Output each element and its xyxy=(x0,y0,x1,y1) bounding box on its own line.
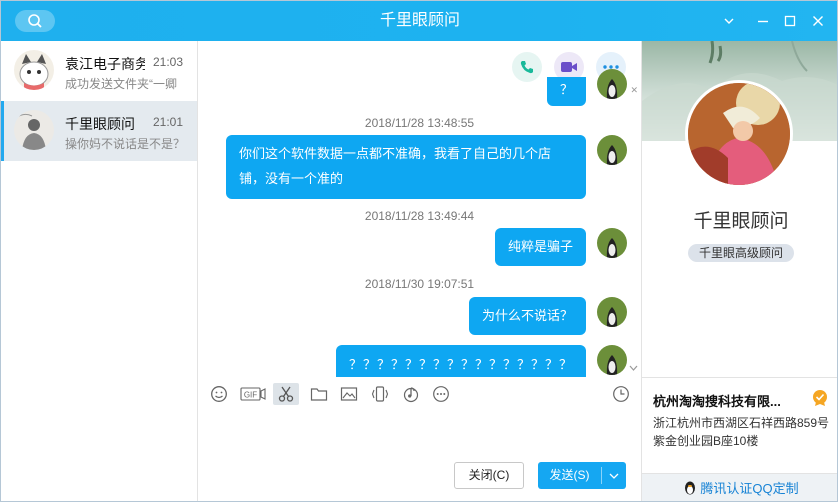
close-chat-button[interactable]: 关闭(C) xyxy=(454,462,524,489)
message-bubble: ？ xyxy=(546,77,586,106)
screenshot-button[interactable] xyxy=(273,383,299,405)
avatar xyxy=(14,110,54,150)
my-avatar xyxy=(597,135,627,165)
profile-title-badge: 千里眼高级顾问 xyxy=(688,244,794,262)
message-input[interactable] xyxy=(199,411,640,461)
input-toolbar: GIF xyxy=(199,377,640,411)
verified-badge-icon xyxy=(811,389,829,410)
conversation-name: 千里眼顾问 xyxy=(65,116,135,132)
chevron-down-icon xyxy=(609,473,619,479)
video-camera-icon xyxy=(561,62,577,72)
message-text: 为什么不说话？ xyxy=(481,308,573,323)
more-circle-icon xyxy=(433,386,449,402)
send-label[interactable]: 发送(S) xyxy=(538,462,601,489)
timestamp: 2018/11/30 19:07:51 xyxy=(364,277,475,291)
message-text: ？？？？？？？？？？？？？？？？ xyxy=(348,357,573,372)
message-text: ？ xyxy=(559,82,573,97)
shake-icon xyxy=(371,386,389,402)
message-text: 铺，没有一个准的 xyxy=(239,171,344,186)
image-button[interactable] xyxy=(337,383,361,405)
qq-customization-label[interactable]: 腾讯认证QQ定制 xyxy=(700,481,798,496)
message-area[interactable]: ？ ✕ 2018/11/28 13:48:55 你们这个软件数据一点都不准确，我… xyxy=(199,41,640,377)
my-avatar xyxy=(597,228,627,258)
gif-icon: GIF xyxy=(240,387,266,401)
company-address: 浙江杭州市西湖区石祥西路859号紫金创业园B座10楼 xyxy=(653,416,830,448)
file-button[interactable] xyxy=(307,383,331,405)
maximize-button[interactable] xyxy=(780,11,800,31)
conversation-time: 21:03 xyxy=(152,55,183,69)
clock-icon xyxy=(613,386,629,402)
folder-icon xyxy=(310,388,328,401)
message-bubble: 纯粹是骗子 xyxy=(494,228,586,266)
title-bar: 千里眼顾问 xyxy=(1,1,837,41)
my-avatar xyxy=(597,69,627,99)
conversation-item[interactable]: 袁江电子商务 21:03 成功发送文件夹“一卿 xyxy=(1,41,197,101)
scroll-down-icon[interactable] xyxy=(629,363,638,373)
scissors-icon xyxy=(278,386,294,402)
conversation-item-active[interactable]: 千里眼顾问 21:01 操你妈不说话是不是？ xyxy=(1,101,197,161)
conversation-preview: 操你妈不说话是不是？ xyxy=(65,137,183,151)
chat-window: 千里眼顾问 袁江电子商务 21:03 成功发送文件夹“一卿 千里眼顾问 21:0… xyxy=(0,0,838,502)
message-bubble: ？？？？？？？？？？？？？？？？ xyxy=(335,345,586,377)
my-avatar xyxy=(597,345,627,375)
image-icon xyxy=(340,387,358,401)
music-icon xyxy=(403,387,419,403)
chevron-down-icon xyxy=(724,18,734,24)
timestamp: 2018/11/28 13:48:55 xyxy=(364,116,475,130)
window-title: 千里眼顾问 xyxy=(379,12,460,29)
scroll-up-icon[interactable]: ✕ xyxy=(630,85,638,96)
my-avatar xyxy=(597,297,627,327)
send-options-button[interactable] xyxy=(602,462,626,489)
profile-panel: 千里眼顾问 千里眼高级顾问 杭州淘淘搜科技有限... 浙江杭州市西湖区石祥西路8… xyxy=(641,40,837,501)
avatar xyxy=(14,50,54,90)
history-button[interactable] xyxy=(609,383,633,405)
message-text: 纯粹是骗子 xyxy=(507,239,573,254)
close-window-button[interactable] xyxy=(808,11,828,31)
message-text: 你们这个软件数据一点都不准确，我看了自己的几个店 xyxy=(239,146,552,161)
music-button[interactable] xyxy=(399,383,423,405)
conversation-list: 袁江电子商务 21:03 成功发送文件夹“一卿 千里眼顾问 21:01 操你妈不… xyxy=(1,41,198,501)
shake-button[interactable] xyxy=(368,383,392,405)
message-bubble: 为什么不说话？ xyxy=(468,297,586,335)
qq-customization-link[interactable]: 腾讯认证QQ定制 xyxy=(642,473,837,501)
send-button[interactable]: 发送(S) xyxy=(538,462,626,489)
smiley-icon xyxy=(211,386,227,402)
message-bubble: 你们这个软件数据一点都不准确，我看了自己的几个店 铺，没有一个准的 xyxy=(226,135,586,199)
emoji-button[interactable] xyxy=(207,383,231,405)
gif-label: GIF xyxy=(244,391,257,400)
company-info: 杭州淘淘搜科技有限... 浙江杭州市西湖区石祥西路859号紫金创业园B座10楼 xyxy=(642,377,837,473)
collapse-button[interactable] xyxy=(719,11,739,31)
phone-icon xyxy=(520,61,533,74)
timestamp: 2018/11/28 13:49:44 xyxy=(364,209,475,223)
minimize-button[interactable] xyxy=(753,11,773,31)
maximize-icon xyxy=(784,15,796,27)
gif-button[interactable]: GIF xyxy=(239,383,267,405)
conversation-preview: 成功发送文件夹“一卿 xyxy=(65,77,177,91)
penguin-icon xyxy=(685,481,696,495)
company-name[interactable]: 杭州淘淘搜科技有限... xyxy=(653,391,781,410)
profile-name: 千里眼顾问 xyxy=(693,211,789,232)
conversation-time: 21:01 xyxy=(152,115,183,129)
minimize-icon xyxy=(758,20,768,23)
conversation-name: 袁江电子商务 xyxy=(65,56,145,72)
close-icon xyxy=(813,16,823,26)
voice-call-button[interactable] xyxy=(512,52,542,82)
more-tools-button[interactable] xyxy=(429,383,453,405)
profile-avatar[interactable] xyxy=(685,80,793,188)
